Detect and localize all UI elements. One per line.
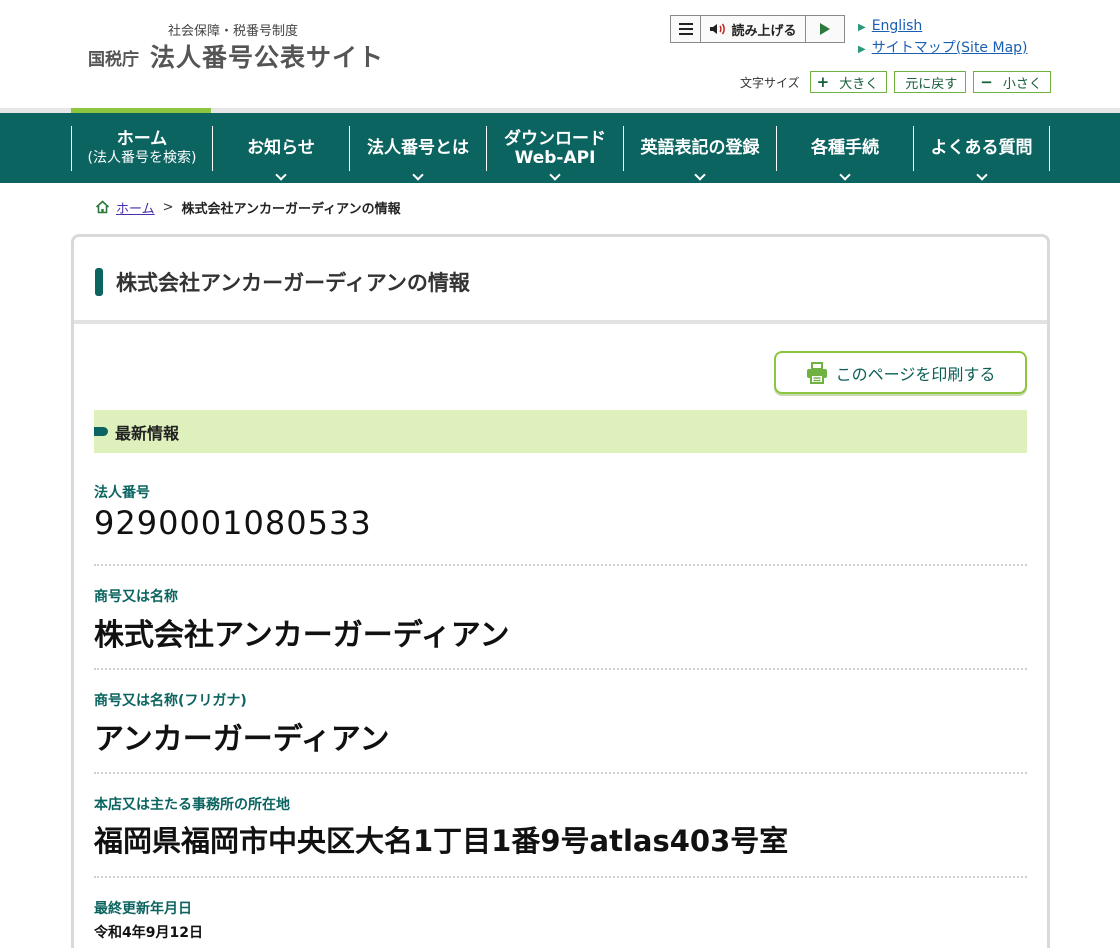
latest-info-section-header: 最新情報 xyxy=(94,410,1027,453)
site-header: 社会保障・税番号制度 国税庁 法人番号公表サイト 読み上げる ▶ English … xyxy=(0,0,1120,108)
chevron-down-icon xyxy=(694,169,706,181)
chevron-down-icon xyxy=(549,169,561,181)
font-reset-button[interactable]: 元に戻す xyxy=(894,71,967,93)
nav-download-label: ダウンロード xyxy=(504,128,606,149)
minus-icon: − xyxy=(980,73,993,91)
field-label: 商号又は名称(フリガナ) xyxy=(94,693,247,709)
nav-news[interactable]: お知らせ xyxy=(212,126,349,181)
nav-download[interactable]: ダウンロード Web-API xyxy=(486,126,623,181)
chevron-down-icon xyxy=(975,169,988,181)
section-marker xyxy=(94,427,108,436)
breadcrumb-home-link[interactable]: ホーム xyxy=(116,198,155,217)
play-icon[interactable] xyxy=(806,16,844,42)
field-company-name: 商号又は名称 株式会社アンカーガーディアン xyxy=(94,586,1027,654)
nav-faq-label: よくある質問 xyxy=(930,138,1033,158)
card-header: 株式会社アンカーガーディアンの情報 xyxy=(74,237,1047,324)
font-size-label: 文字サイズ xyxy=(740,75,800,90)
field-last-updated: 最終更新年月日 令和4年9月12日 xyxy=(94,898,1027,942)
home-icon xyxy=(95,200,110,214)
speaker-icon xyxy=(710,23,726,35)
header-links: ▶ English ▶ サイトマップ(Site Map) xyxy=(858,16,1028,60)
global-nav: ホーム (法人番号を検索) お知らせ 法人番号とは ダウンロード Web-API… xyxy=(0,113,1120,183)
font-larger-button[interactable]: + 大きく xyxy=(809,71,888,93)
breadcrumb-current: 株式会社アンカーガーディアンの情報 xyxy=(181,201,401,217)
print-button-label: このページを印刷する xyxy=(835,364,996,384)
field-divider xyxy=(94,876,1027,878)
site-map-link[interactable]: ▶ サイトマップ(Site Map) xyxy=(858,38,1028,60)
nav-english-registration[interactable]: 英語表記の登録 xyxy=(623,126,776,181)
site-logo[interactable]: 社会保障・税番号制度 国税庁 法人番号公表サイト xyxy=(88,18,408,74)
logo-agency: 国税庁 xyxy=(88,50,139,70)
nav-download-sublabel: Web-API xyxy=(514,147,596,168)
section-title: 最新情報 xyxy=(115,423,180,443)
breadcrumb: ホーム > 株式会社アンカーガーディアンの情報 xyxy=(95,197,401,217)
nav-procedures-label: 各種手続 xyxy=(811,138,879,158)
chevron-down-icon xyxy=(839,169,851,181)
nav-about[interactable]: 法人番号とは xyxy=(349,126,486,181)
field-label: 本店又は主たる事務所の所在地 xyxy=(94,797,290,813)
print-page-button[interactable]: このページを印刷する xyxy=(774,351,1027,394)
nav-about-label: 法人番号とは xyxy=(367,138,469,158)
nav-faq[interactable]: よくある質問 xyxy=(913,126,1050,181)
read-aloud-menu-icon[interactable] xyxy=(671,16,701,42)
nav-home-sublabel: (法人番号を検索) xyxy=(87,150,197,166)
plus-icon: + xyxy=(816,73,830,91)
nav-english-registration-label: 英語表記の登録 xyxy=(640,138,760,158)
read-aloud-button[interactable]: 読み上げる xyxy=(701,16,806,42)
nav-home-label: ホーム xyxy=(116,129,168,149)
font-smaller-button[interactable]: − 小さく xyxy=(973,71,1051,93)
nav-news-label: お知らせ xyxy=(247,138,315,158)
printer-icon xyxy=(806,361,827,384)
caret-right-icon: ▶ xyxy=(858,44,866,55)
english-link[interactable]: ▶ English xyxy=(858,16,1028,38)
field-company-name-kana: 商号又は名称(フリガナ) アンカーガーディアン xyxy=(94,690,1027,758)
caret-right-icon: ▶ xyxy=(858,22,866,33)
address-value: 福岡県福岡市中央区大名1丁目1番9号atlas403号室 xyxy=(94,824,789,858)
field-corporate-number: 法人番号 9290001080533 xyxy=(94,482,1027,542)
nav-home[interactable]: ホーム (法人番号を検索) xyxy=(71,126,212,171)
field-divider xyxy=(94,564,1027,566)
font-size-control: 文字サイズ + 大きく 元に戻す − 小さく xyxy=(740,71,1051,93)
company-name-value: 株式会社アンカーガーディアン xyxy=(94,618,510,653)
field-divider xyxy=(94,772,1027,774)
read-aloud-widget: 読み上げる xyxy=(670,15,845,43)
logo-subtitle: 社会保障・税番号制度 xyxy=(168,24,299,39)
chevron-down-icon xyxy=(275,169,287,181)
field-label: 法人番号 xyxy=(94,485,150,501)
last-updated-value: 令和4年9月12日 xyxy=(94,925,203,941)
field-address: 本店又は主たる事務所の所在地 福岡県福岡市中央区大名1丁目1番9号atlas40… xyxy=(94,794,1027,860)
nav-procedures[interactable]: 各種手続 xyxy=(776,126,913,181)
breadcrumb-separator: > xyxy=(162,199,174,215)
field-label: 最終更新年月日 xyxy=(94,901,192,917)
corporate-number-value: 9290001080533 xyxy=(94,504,372,542)
page-title: 株式会社アンカーガーディアンの情報 xyxy=(116,271,470,295)
field-label: 商号又は名称 xyxy=(94,589,178,605)
read-aloud-label: 読み上げる xyxy=(731,23,797,39)
field-divider xyxy=(94,668,1027,670)
company-name-kana-value: アンカーガーディアン xyxy=(94,722,390,757)
logo-title: 法人番号公表サイト xyxy=(150,43,385,72)
chevron-down-icon xyxy=(412,169,424,181)
title-accent-bar xyxy=(95,268,103,296)
corporate-info-card: 株式会社アンカーガーディアンの情報 このページを印刷する 最新情報 法人番号 9… xyxy=(71,234,1050,948)
